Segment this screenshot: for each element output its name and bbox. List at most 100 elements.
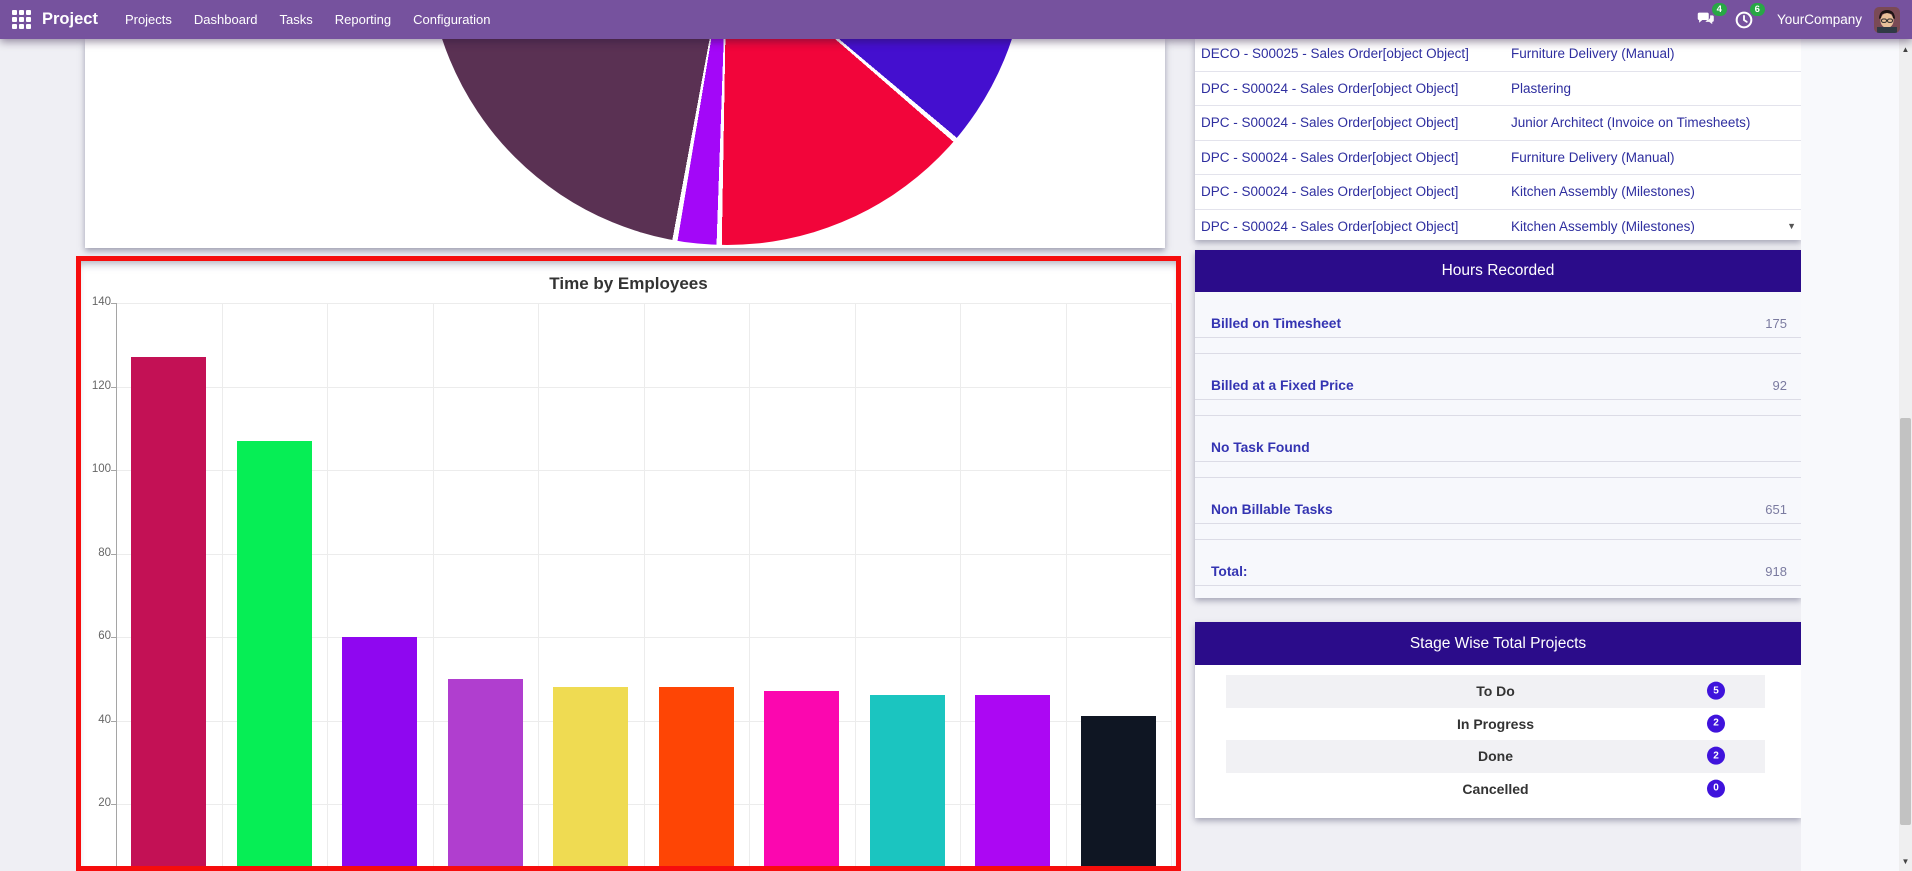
v-gridline (854, 303, 856, 866)
stage-row-to-do[interactable]: To Do 5 (1226, 675, 1765, 708)
sales-order-ref[interactable]: DPC - S00024 - Sales Order[object Object… (1195, 184, 1501, 199)
nav-item-reporting[interactable]: Reporting (324, 7, 402, 32)
stage-row-done[interactable]: Done 2 (1226, 740, 1765, 773)
bar-employee-1[interactable] (131, 357, 207, 866)
sales-order-row[interactable]: DPC - S00024 - Sales Order[object Object… (1195, 175, 1801, 210)
app-name[interactable]: Project (42, 10, 98, 29)
messages-icon[interactable]: 4 (1695, 2, 1727, 31)
stage-row-in-progress[interactable]: In Progress 2 (1226, 708, 1765, 741)
y-axis-tick-mark (111, 553, 116, 555)
hours-row-label[interactable]: No Task Found (1211, 440, 1310, 455)
stage-wise-header: Stage Wise Total Projects (1195, 622, 1801, 665)
sales-order-ref[interactable]: DPC - S00024 - Sales Order[object Object… (1195, 81, 1501, 96)
stage-count-badge: 5 (1707, 681, 1725, 700)
sales-order-item[interactable]: Kitchen Assembly (Milestones) (1501, 184, 1801, 199)
sales-order-row[interactable]: DPC - S00024 - Sales Order[object Object… (1195, 210, 1801, 241)
sales-order-item[interactable]: Kitchen Assembly (Milestones) (1501, 219, 1801, 234)
v-gridline (1171, 303, 1172, 866)
bar-employee-9[interactable] (975, 695, 1051, 866)
stage-count-badge: 2 (1707, 714, 1725, 733)
bar-employee-10[interactable] (1080, 716, 1156, 866)
hours-row-value: 92 (1772, 378, 1787, 393)
bar-employee-6[interactable] (658, 687, 734, 866)
sales-order-ref[interactable]: DPC - S00024 - Sales Order[object Object… (1195, 219, 1501, 234)
scroll-up-icon[interactable]: ▲ (1899, 45, 1912, 54)
y-axis-tick-mark (111, 303, 116, 304)
hours-row-label[interactable]: Billed at a Fixed Price (1211, 378, 1354, 393)
row-divider (1195, 338, 1801, 354)
stage-count-badge: 2 (1707, 746, 1725, 765)
y-axis-tick-label: 140 (91, 296, 111, 308)
main-menu: Projects Dashboard Tasks Reporting Configura… (114, 7, 502, 32)
user-avatar[interactable] (1874, 6, 1900, 33)
activities-count-badge: 6 (1749, 2, 1765, 16)
company-name[interactable]: YourCompany (1777, 12, 1862, 27)
y-axis-tick-mark (111, 386, 116, 388)
nav-item-tasks[interactable]: Tasks (269, 7, 324, 32)
bar-employee-2[interactable] (236, 440, 312, 866)
stage-row-label: Cancelled (1462, 780, 1529, 797)
table-scroll-down-icon[interactable]: ▼ (1787, 221, 1796, 231)
sales-order-ref[interactable]: DECO - S00025 - Sales Order[object Objec… (1195, 46, 1501, 61)
y-axis-tick-mark (111, 470, 116, 471)
bar-employee-8[interactable] (869, 695, 945, 866)
v-gridline (327, 303, 328, 866)
sales-order-item[interactable]: Plastering (1501, 81, 1801, 96)
hours-row-label[interactable]: Billed on Timesheet (1211, 316, 1341, 331)
sales-order-row[interactable]: DPC - S00024 - Sales Order[object Object… (1195, 72, 1801, 106)
v-gridline (432, 303, 434, 866)
bar-employee-7[interactable] (764, 691, 840, 866)
sales-order-ref[interactable]: DPC - S00024 - Sales Order[object Object… (1195, 150, 1501, 165)
pie-chart[interactable] (427, 39, 1027, 245)
row-divider (1195, 462, 1801, 478)
v-gridline (221, 303, 223, 866)
sales-order-table: DECO - S00025 - Sales Order[object Objec… (1195, 39, 1801, 240)
bar-chart-plot (116, 303, 1172, 866)
sales-order-row[interactable]: DECO - S00025 - Sales Order[object Objec… (1195, 39, 1801, 72)
v-gridline (538, 303, 539, 866)
highlighted-bar-chart-region: Time by Employees 140 120 100 80 60 40 20 (76, 256, 1181, 871)
y-axis-tick-mark (111, 804, 116, 805)
y-axis-tick-label: 60 (98, 630, 111, 642)
bar-employee-3[interactable] (342, 637, 418, 866)
bar-chart-title: Time by Employees (549, 274, 708, 293)
sales-order-row[interactable]: DPC - S00024 - Sales Order[object Object… (1195, 106, 1801, 141)
hours-row: Non Billable Tasks 651 (1195, 478, 1801, 524)
sales-order-ref[interactable]: DPC - S00024 - Sales Order[object Object… (1195, 115, 1501, 130)
hours-row-label[interactable]: Non Billable Tasks (1211, 502, 1333, 517)
hours-row: No Task Found (1195, 416, 1801, 462)
stage-count-badge: 0 (1707, 779, 1725, 798)
sales-order-item[interactable]: Furniture Delivery (Manual) (1501, 46, 1801, 61)
nav-item-configuration[interactable]: Configuration (402, 7, 501, 32)
stage-row-cancelled[interactable]: Cancelled 0 (1226, 773, 1765, 806)
nav-item-projects[interactable]: Projects (114, 7, 183, 32)
top-navbar: Project Projects Dashboard Tasks Reporting C… (0, 0, 1912, 39)
app-window: Project Projects Dashboard Tasks Reporting C… (0, 0, 1912, 871)
y-axis-tick-label: 20 (98, 797, 111, 809)
y-axis-tick-label: 100 (91, 463, 111, 475)
messages-count-badge: 4 (1711, 2, 1727, 16)
scrollbar-thumb[interactable] (1900, 418, 1911, 825)
v-gridline (749, 303, 750, 866)
y-axis-tick-label: 80 (98, 546, 111, 559)
nav-item-dashboard[interactable]: Dashboard (183, 7, 269, 32)
bar-employee-4[interactable] (447, 678, 523, 866)
page-background (1801, 39, 1899, 871)
row-divider (1195, 524, 1801, 540)
pie-chart-panel (85, 39, 1165, 248)
bar-chart-panel: Time by Employees 140 120 100 80 60 40 20 (81, 261, 1176, 866)
v-gridline (960, 303, 961, 866)
stage-row-label: In Progress (1456, 715, 1535, 732)
sales-order-item[interactable]: Furniture Delivery (Manual) (1501, 150, 1801, 165)
y-axis-tick-mark (111, 637, 116, 638)
activities-clock-icon[interactable]: 6 (1733, 2, 1765, 31)
sales-order-item[interactable]: Junior Architect (Invoice on Timesheets) (1501, 115, 1801, 130)
hours-row: Billed at a Fixed Price 92 (1195, 354, 1801, 400)
hours-row-label[interactable]: Total: (1211, 564, 1248, 579)
sales-order-row[interactable]: DPC - S00024 - Sales Order[object Object… (1195, 141, 1801, 175)
apps-grid-icon[interactable] (12, 10, 31, 29)
page-scrollbar[interactable]: ▲ ▼ (1899, 39, 1912, 871)
v-gridline (1065, 303, 1067, 866)
scroll-down-icon[interactable]: ▼ (1899, 857, 1912, 866)
bar-employee-5[interactable] (553, 687, 629, 866)
